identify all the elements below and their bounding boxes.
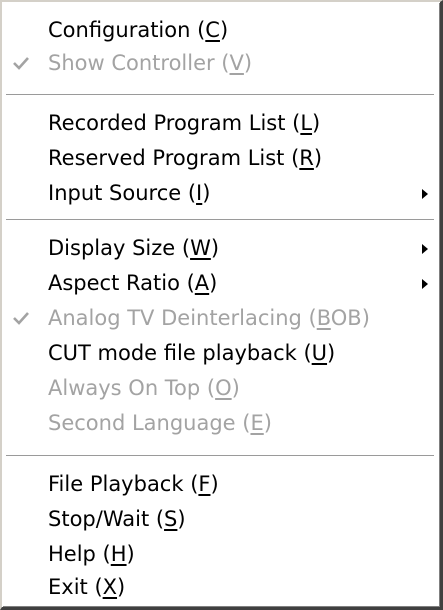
menu-item-label: Display Size (W) (48, 236, 220, 260)
submenu-arrow-icon (422, 189, 428, 199)
menu-item-always-on-top[interactable]: Always On Top (O) (2, 372, 438, 405)
menu-item-label: Exit (X) (48, 575, 126, 599)
menu-item-aspect-ratio[interactable]: Aspect Ratio (A) (2, 267, 438, 300)
menu-item-reserved-program-list[interactable]: Reserved Program List (R) (2, 142, 438, 175)
menu-item-label: Aspect Ratio (A) (48, 271, 218, 295)
menu-item-label: Second Language (E) (48, 411, 272, 435)
context-menu: Configuration (C) Show Controller (V) Re… (0, 0, 443, 610)
menu-item-display-size[interactable]: Display Size (W) (2, 232, 438, 265)
menu-item-configuration[interactable]: Configuration (C) (2, 14, 438, 47)
menu-separator (6, 219, 434, 221)
menu-item-file-playback[interactable]: File Playback (F) (2, 468, 438, 501)
menu-item-label: Input Source (I) (48, 181, 211, 205)
checkmark-icon (12, 308, 36, 328)
checkmark-icon (12, 53, 36, 73)
menu-item-label: Show Controller (V) (48, 51, 253, 75)
submenu-arrow-icon (422, 244, 428, 254)
menu-item-label: File Playback (F) (48, 472, 219, 496)
menu-item-input-source[interactable]: Input Source (I) (2, 177, 438, 210)
menu-item-stop-wait[interactable]: Stop/Wait (S) (2, 503, 438, 536)
menu-item-label: Help (H) (48, 542, 135, 566)
menu-item-exit[interactable]: Exit (X) (2, 571, 438, 604)
menu-item-recorded-program-list[interactable]: Recorded Program List (L) (2, 107, 438, 140)
menu-item-label: CUT mode file playback (U) (48, 341, 336, 365)
menu-item-cut-mode-file-playback[interactable]: CUT mode file playback (U) (2, 337, 438, 370)
menu-separator (6, 94, 434, 96)
menu-item-show-controller[interactable]: Show Controller (V) (2, 47, 438, 80)
menu-item-label: Reserved Program List (R) (48, 146, 323, 170)
menu-item-label: Stop/Wait (S) (48, 507, 186, 531)
menu-item-help[interactable]: Help (H) (2, 538, 438, 571)
menu-item-analog-tv-deinterlacing[interactable]: Analog TV Deinterlacing (BOB) (2, 302, 438, 335)
menu-item-label: Recorded Program List (L) (48, 111, 321, 135)
menu-separator (6, 455, 434, 457)
menu-item-second-language[interactable]: Second Language (E) (2, 407, 438, 440)
submenu-arrow-icon (422, 279, 428, 289)
menu-item-label: Configuration (C) (48, 18, 229, 42)
menu-item-label: Analog TV Deinterlacing (BOB) (48, 306, 370, 330)
menu-item-label: Always On Top (O) (48, 376, 240, 400)
